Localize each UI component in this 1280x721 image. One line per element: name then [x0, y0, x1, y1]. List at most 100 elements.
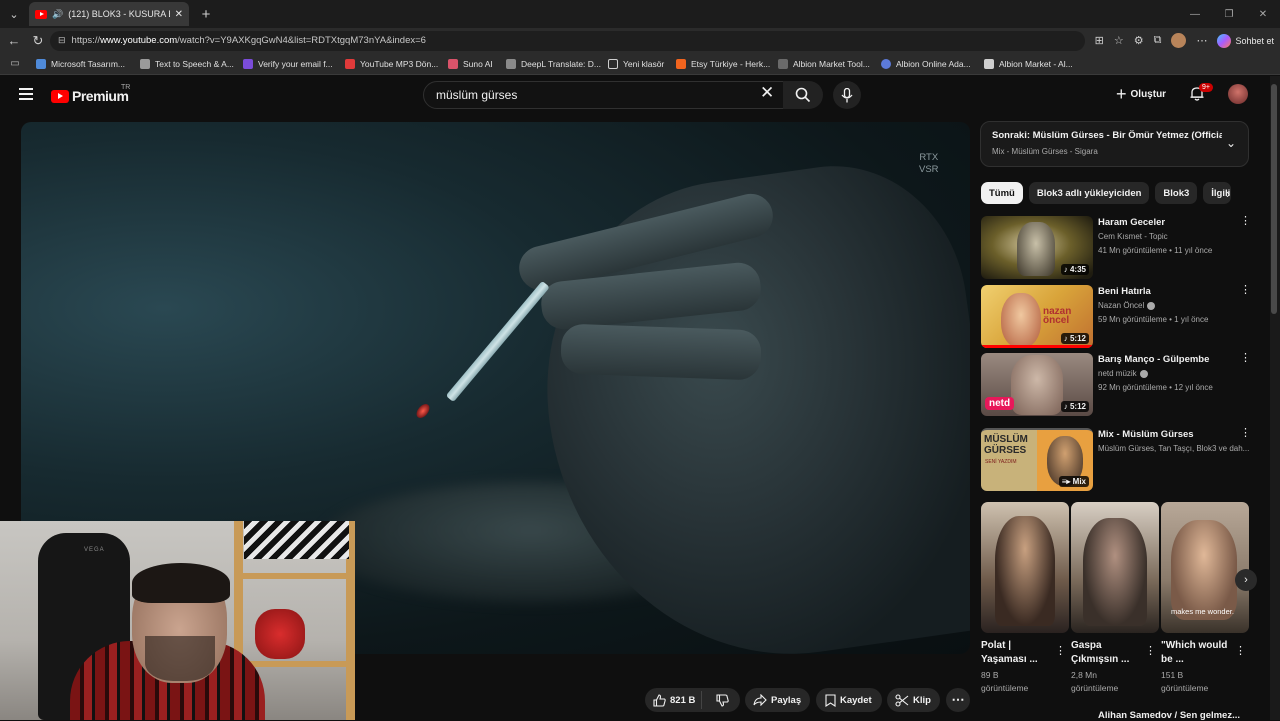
video-title[interactable]: Haram Geceler — [1098, 217, 1238, 228]
more-vert-icon[interactable]: ⋮ — [1055, 644, 1066, 657]
chip-from-uploader[interactable]: Blok3 adlı yükleyiciden — [1028, 182, 1150, 204]
more-vert-icon[interactable]: ⋮ — [1240, 428, 1251, 439]
copilot-button[interactable]: Sohbet et — [1217, 33, 1274, 48]
create-button[interactable]: + Oluştur — [1116, 83, 1166, 105]
account-avatar[interactable] — [1228, 84, 1248, 104]
short-card[interactable]: Gaspa Çıkmışsın ... 2,8 Mn görüntüleme ⋮ — [1071, 502, 1159, 695]
short-title[interactable]: Gaspa Çıkmışsın ... — [1071, 639, 1146, 667]
site-info-icon[interactable]: ⊟ — [58, 35, 66, 46]
bookmark-favicon-icon — [881, 58, 891, 69]
maximize-icon[interactable]: ❐ — [1212, 0, 1246, 28]
like-button[interactable]: 821 B — [645, 693, 701, 707]
bookmark-item[interactable]: Verify your email f... — [243, 58, 333, 69]
favorite-star-icon[interactable]: ☆ — [1114, 34, 1124, 47]
back-button[interactable]: ← — [2, 30, 26, 52]
recommended-video[interactable]: ♪ 4:35 Haram Geceler Cem Kısmet - Topic … — [981, 216, 1251, 279]
short-thumbnail[interactable] — [981, 502, 1069, 633]
chip-blok3[interactable]: Blok3 — [1155, 182, 1198, 204]
copilot-label: Sohbet et — [1235, 35, 1274, 46]
more-actions-button[interactable]: ⋯ — [946, 688, 970, 712]
close-tab-icon[interactable]: ✕ — [175, 9, 183, 20]
bookmark-item[interactable]: DeepL Translate: D... — [506, 58, 602, 69]
short-thumbnail[interactable]: makes me wonder. — [1161, 502, 1249, 633]
channel-name[interactable]: netd müzik — [1098, 369, 1148, 378]
channel-name[interactable]: Müslüm Gürses, Tan Taşçı, Blok3 ve dah..… — [1098, 444, 1249, 453]
like-dislike-group: 821 B — [645, 688, 740, 712]
logo-region: TR — [121, 84, 131, 91]
partial-video-title[interactable]: Alihan Samedov / Sen gelmez... — [1098, 710, 1240, 721]
clear-search-icon[interactable]: ✕ — [760, 83, 774, 103]
more-vert-icon[interactable]: ⋮ — [1235, 644, 1246, 657]
save-button[interactable]: Kaydet — [816, 688, 882, 712]
shorts-next-button[interactable]: › — [1235, 569, 1257, 591]
search-button[interactable] — [783, 81, 823, 109]
up-next-title: Sonraki: Müslüm Gürses - Bir Ömür Yetmez… — [992, 130, 1222, 141]
apps-icon[interactable]: ⊞ — [1095, 34, 1104, 47]
recommended-video[interactable]: netd ♪ 5:12 Barış Manço - Gülpembe netd … — [981, 353, 1251, 416]
bookmark-label: Verify your email f... — [258, 58, 333, 69]
hamburger-menu-icon[interactable] — [19, 88, 33, 100]
tab-title: (121) BLOK3 - KUSURA BAKMA — [68, 9, 169, 19]
up-next-panel[interactable]: Sonraki: Müslüm Gürses - Bir Ömür Yetmez… — [980, 121, 1249, 167]
bookmark-item[interactable]: Text to Speech & A... — [140, 58, 234, 69]
video-title[interactable]: Barış Manço - Gülpembe — [1098, 354, 1238, 365]
thumbnail-figure — [995, 516, 1055, 626]
bookmark-item[interactable]: Yeni klasör — [608, 58, 664, 69]
short-title[interactable]: Polat | Yaşaması ... — [981, 639, 1056, 667]
video-thumbnail[interactable]: nazan öncel ♪ 5:12 — [981, 285, 1093, 348]
bookmark-item[interactable]: Etsy Türkiye - Herk... — [676, 58, 770, 69]
recommended-mix[interactable]: MÜSLÜM GÜRSES SENİ YAZDIM ≡▸ Mix Mix - Mü… — [981, 428, 1251, 491]
bookmark-item[interactable]: Suno AI — [448, 58, 493, 69]
bookmark-item[interactable]: Albion Market - Al... — [984, 58, 1073, 69]
tab-actions-menu-icon[interactable]: ⌄ — [3, 3, 25, 25]
page-scrollbar-thumb[interactable] — [1271, 84, 1277, 314]
short-title[interactable]: "Which would be ... — [1161, 639, 1236, 667]
watched-progress — [981, 345, 1093, 348]
extensions-icon[interactable]: ⚙ — [1134, 34, 1144, 47]
new-tab-button[interactable]: + — [197, 6, 215, 23]
clip-button[interactable]: Klip — [887, 688, 940, 712]
video-thumbnail[interactable]: ♪ 4:35 — [981, 216, 1093, 279]
bookmarks-bar: ▭ Microsoft Tasarım... Text to Speech & … — [0, 53, 1280, 75]
tab-groups-icon[interactable]: ▭ — [0, 58, 30, 69]
search-input[interactable]: müslüm gürses — [423, 81, 785, 109]
bookmark-favicon-icon — [36, 58, 46, 69]
video-frame-ember — [414, 401, 432, 421]
short-thumbnail[interactable] — [1071, 502, 1159, 633]
more-vert-icon[interactable]: ⋮ — [1240, 353, 1251, 364]
short-card[interactable]: Polat | Yaşaması ... 89 Bgörüntüleme ⋮ — [981, 502, 1069, 695]
more-vert-icon[interactable]: ⋮ — [1240, 285, 1251, 296]
extension-puzzle-icon[interactable]: ⧉ — [1154, 34, 1162, 47]
bookmark-item[interactable]: Microsoft Tasarım... — [36, 58, 125, 69]
bookmark-item[interactable]: Albion Market Tool... — [778, 58, 870, 69]
mix-thumbnail[interactable]: MÜSLÜM GÜRSES SENİ YAZDIM ≡▸ Mix — [981, 428, 1093, 491]
recommended-video[interactable]: nazan öncel ♪ 5:12 Beni Hatırla Nazan Ön… — [981, 285, 1251, 348]
more-vert-icon[interactable]: ⋮ — [1145, 644, 1156, 657]
more-vert-icon[interactable]: ⋮ — [1240, 216, 1251, 227]
browser-tab-active[interactable]: 🔊 (121) BLOK3 - KUSURA BAKMA ✕ — [29, 2, 189, 26]
speaker-icon[interactable]: 🔊 — [52, 9, 63, 20]
chip-all[interactable]: Tümü — [981, 182, 1023, 204]
minimize-icon[interactable]: — — [1178, 0, 1212, 28]
video-title[interactable]: Mix - Müslüm Gürses — [1098, 429, 1238, 440]
youtube-premium-logo[interactable]: Premium TR — [51, 84, 130, 104]
bookmark-label: DeepL Translate: D... — [521, 58, 602, 69]
refresh-button[interactable]: ↻ — [26, 30, 50, 52]
chevron-right-icon[interactable]: › — [1226, 186, 1230, 201]
video-title[interactable]: Beni Hatırla — [1098, 286, 1238, 297]
bookmark-item[interactable]: Albion Online Ada... — [881, 58, 971, 69]
address-bar[interactable]: ⊟ https://www.youtube.com/watch?v=Y9AXKg… — [50, 30, 1085, 51]
short-card[interactable]: makes me wonder. "Which would be ... 151… — [1161, 502, 1249, 695]
chevron-down-icon[interactable]: ⌄ — [1226, 136, 1236, 150]
share-button[interactable]: Paylaş — [745, 688, 810, 712]
channel-name[interactable]: Cem Kısmet - Topic — [1098, 232, 1168, 241]
close-window-icon[interactable]: ✕ — [1246, 0, 1280, 28]
dislike-button[interactable] — [701, 691, 729, 709]
more-options-icon[interactable]: ⋯ — [1196, 34, 1207, 47]
voice-search-button[interactable] — [833, 81, 861, 109]
video-thumbnail[interactable]: netd ♪ 5:12 — [981, 353, 1093, 416]
bookmark-item[interactable]: YouTube MP3 Dön... — [345, 58, 438, 69]
bookmark-label: Albion Market - Al... — [999, 58, 1073, 69]
profile-avatar[interactable] — [1171, 33, 1187, 48]
channel-name[interactable]: Nazan Öncel — [1098, 301, 1156, 310]
